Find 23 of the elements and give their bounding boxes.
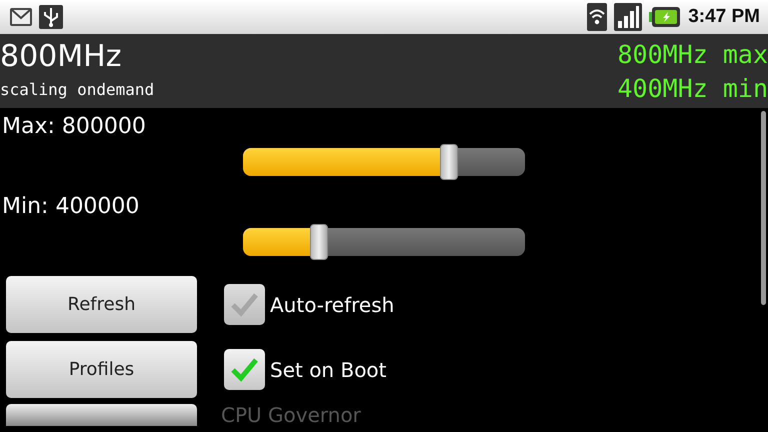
checkbox-label: Auto-refresh bbox=[270, 292, 394, 316]
section-label: CPU Governor bbox=[221, 404, 361, 426]
action-button[interactable]: Profiles bbox=[6, 341, 197, 398]
check-icon bbox=[230, 292, 259, 317]
checkbox-label: Set on Boot bbox=[270, 358, 387, 382]
check-icon bbox=[230, 357, 259, 382]
action-button[interactable] bbox=[6, 404, 197, 426]
current-frequency: 800MHz bbox=[0, 38, 122, 76]
wifi-icon bbox=[587, 3, 608, 31]
slider-label: Max: 800000 bbox=[1, 113, 147, 141]
governor-text: scaling ondemand bbox=[0, 80, 154, 99]
action-button[interactable]: Refresh bbox=[6, 276, 197, 333]
checkbox[interactable] bbox=[224, 349, 265, 390]
slider-thumb[interactable] bbox=[440, 144, 458, 180]
slider-label: Min: 400000 bbox=[1, 193, 140, 221]
min-frequency: 400MHz min bbox=[617, 73, 768, 105]
signal-icon bbox=[614, 3, 642, 31]
battery-icon bbox=[649, 6, 682, 28]
usb-icon bbox=[39, 5, 63, 29]
slider-thumb[interactable] bbox=[310, 224, 328, 260]
max-frequency: 800MHz max bbox=[617, 39, 768, 71]
clock-time: 3:47 PM bbox=[688, 6, 760, 28]
mail-icon bbox=[8, 5, 34, 29]
